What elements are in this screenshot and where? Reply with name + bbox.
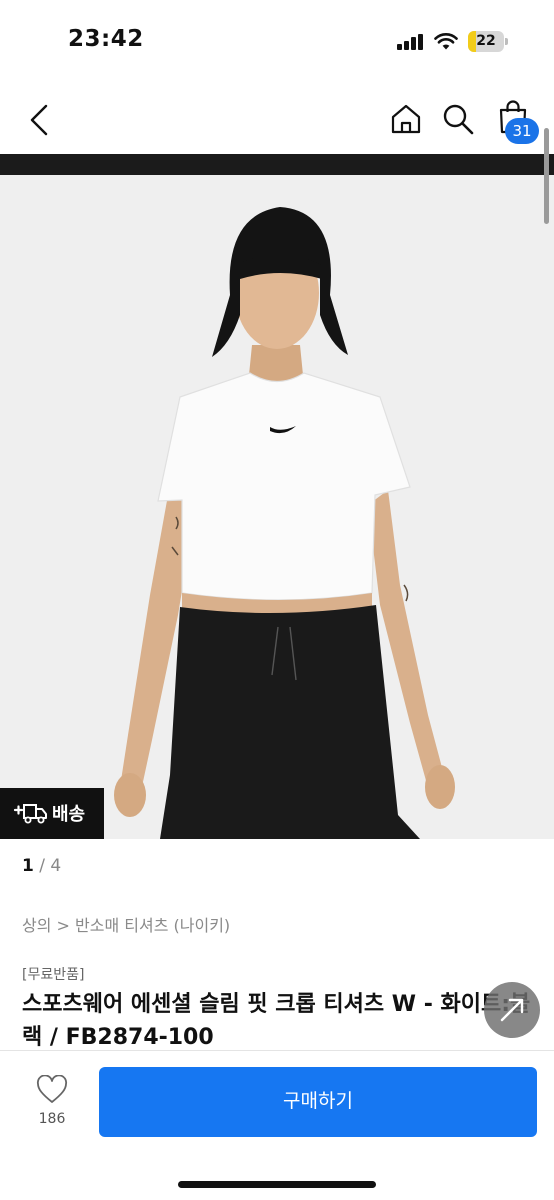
cart-count-badge: 31 — [505, 118, 539, 144]
free-return-tag: [무료반품] — [22, 967, 85, 983]
current-page: 1 — [22, 856, 34, 876]
delivery-badge: 배송 — [0, 788, 104, 839]
top-navigation: 31 — [0, 90, 554, 150]
delivery-truck-icon — [13, 804, 47, 824]
delivery-label: 배송 — [52, 804, 86, 825]
status-bar: 23:42 22 — [0, 0, 554, 80]
back-icon[interactable] — [24, 100, 56, 140]
home-icon[interactable] — [389, 102, 423, 136]
total-pages: 4 — [50, 856, 62, 876]
image-pager: 1 / 4 — [22, 856, 61, 876]
status-time: 23:42 — [68, 26, 144, 52]
heart-icon — [36, 1075, 68, 1103]
home-indicator — [178, 1181, 376, 1188]
search-icon[interactable] — [441, 102, 475, 136]
previous-image-edge — [0, 154, 554, 175]
page-separator: / — [33, 856, 51, 876]
like-count: 186 — [38, 1111, 66, 1127]
bottom-action-bar: 186 구매하기 — [0, 1050, 554, 1200]
scrollbar[interactable] — [544, 128, 549, 224]
like-button[interactable]: 186 — [28, 1075, 76, 1135]
battery-level: 22 — [476, 33, 496, 49]
category-breadcrumb[interactable]: 상의 > 반소매 티셔츠 (나이키) — [22, 912, 230, 936]
share-arrow-icon — [500, 998, 524, 1022]
wifi-icon — [434, 33, 458, 50]
battery-icon: 22 — [468, 31, 508, 52]
share-button[interactable] — [484, 982, 540, 1038]
buy-button[interactable]: 구매하기 — [99, 1067, 537, 1137]
product-image[interactable]: 배송 — [0, 175, 554, 839]
model-photo — [0, 175, 554, 839]
cellular-signal-icon — [397, 34, 423, 50]
cart-button[interactable]: 31 — [494, 98, 544, 148]
product-title: 스포츠웨어 에센셜 슬림 핏 크롭 티셔츠 W - 화이트:블랙 / FB287… — [22, 992, 531, 1050]
